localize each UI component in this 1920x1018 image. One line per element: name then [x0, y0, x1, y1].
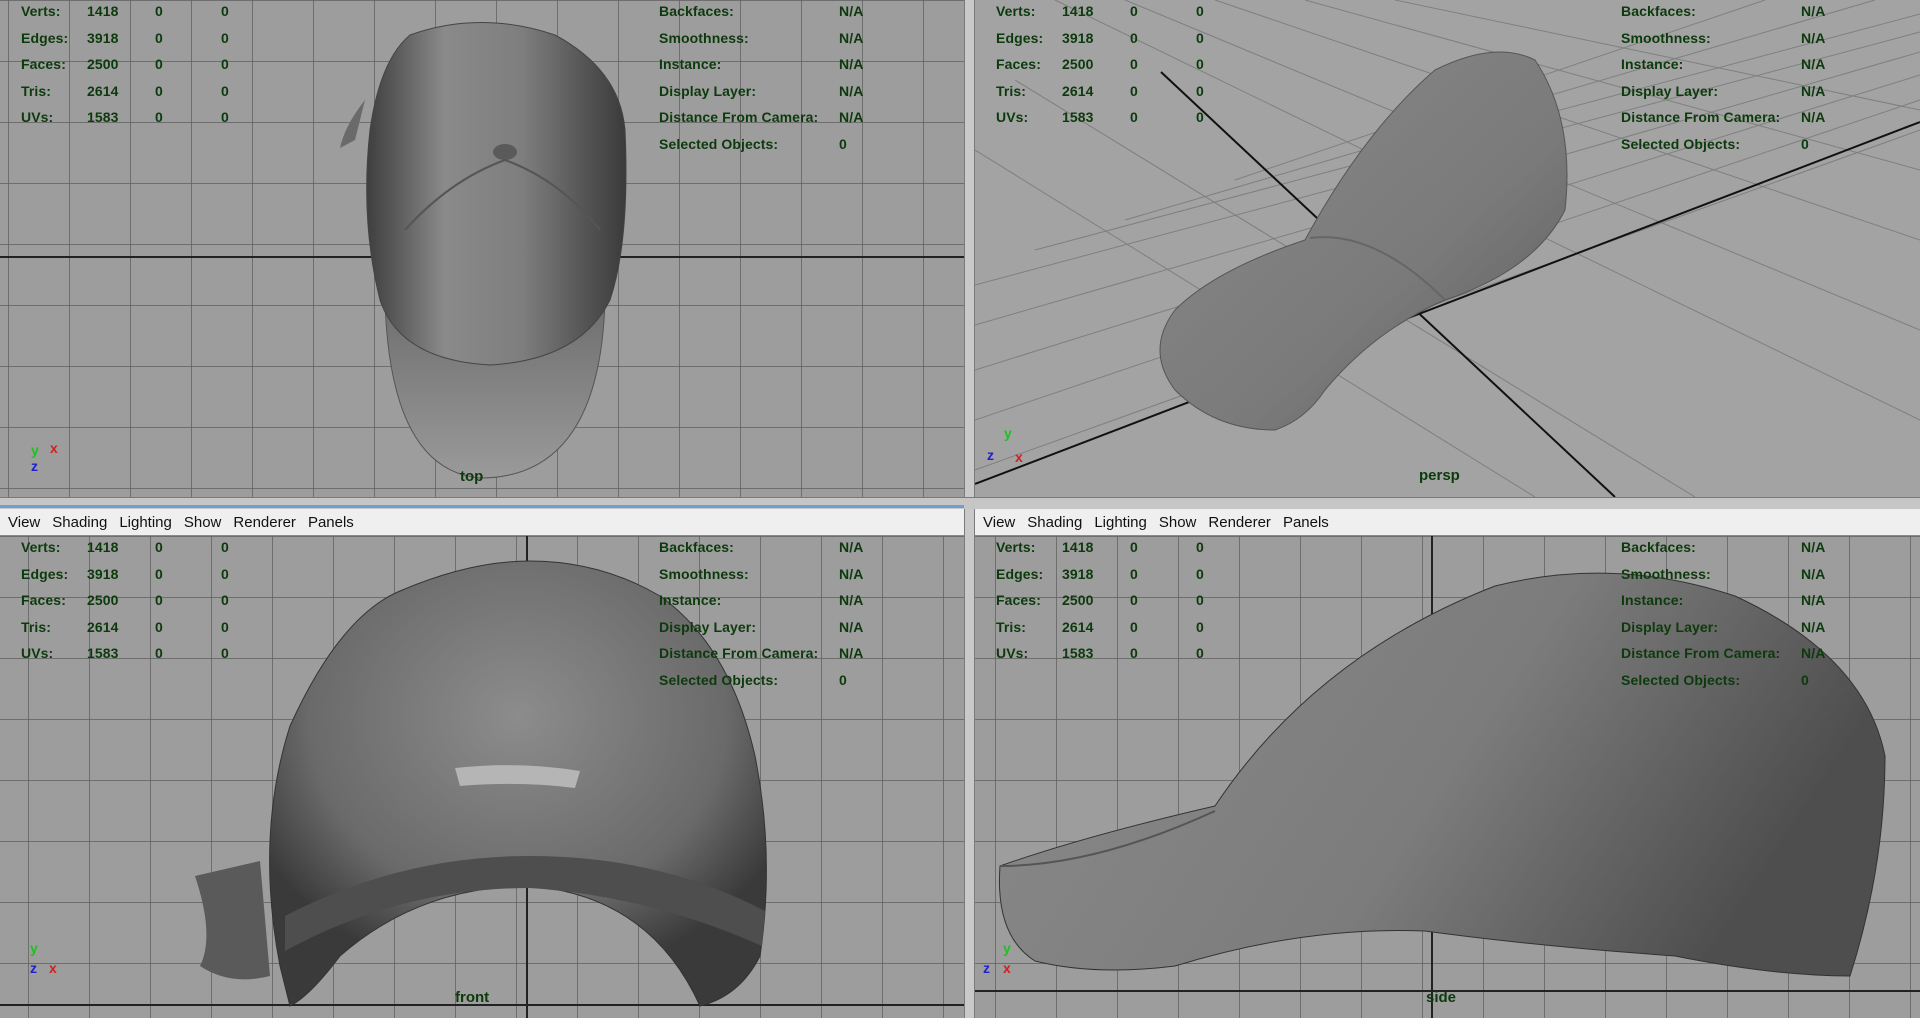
- hud-row: UVs: 1583 0 0: [996, 645, 1204, 661]
- object-info-hud: Backfaces: N/A Smoothness: N/A Instance: N/…: [1621, 536, 1825, 693]
- viewport-front[interactable]: Verts: 1418 0 0 Edges: 3918 0 0 Faces: 2500 0 0 T…: [0, 536, 964, 1018]
- axis-gizmo-icon: y z x: [987, 425, 1023, 465]
- hud-row: Faces: 2500 0 0: [21, 592, 229, 608]
- hud-row: Tris: 2614 0 0: [21, 618, 229, 635]
- hud-row: Edges: 3918 0 0: [996, 29, 1204, 46]
- menu-shading[interactable]: Shading: [1021, 514, 1088, 531]
- object-info-hud: Backfaces: N/A Smoothness: N/A Instance: N/…: [1621, 0, 1825, 157]
- object-info-hud: Backfaces: N/A Smoothness: N/A Instance: N/…: [659, 536, 863, 693]
- menu-panels[interactable]: Panels: [1277, 514, 1335, 531]
- hud-row: Display Layer: N/A: [659, 82, 864, 99]
- poly-count-hud: Verts: 1418 0 0 Edges: 3918 0 0 Faces: 2500 0 0 T…: [21, 536, 229, 667]
- hud-row: Selected Objects: 0: [1621, 135, 1809, 152]
- menu-show[interactable]: Show: [1153, 514, 1203, 531]
- menu-renderer[interactable]: Renderer: [1202, 514, 1277, 531]
- hud-row: UVs: 1583 0 0: [996, 109, 1204, 125]
- menu-lighting[interactable]: Lighting: [1088, 514, 1153, 531]
- menu-view[interactable]: View: [975, 514, 1021, 531]
- viewport-persp[interactable]: Verts: 1418 0 0 Edges: 3918 0 0 Faces: 2500 0 0 T…: [975, 0, 1920, 497]
- hud-row: Backfaces: N/A: [1621, 3, 1826, 19]
- hud-row: Verts: 1418 0 0: [996, 539, 1204, 555]
- hud-row: Tris: 2614 0 0: [996, 82, 1204, 99]
- hud-row: Selected Objects: 0: [659, 135, 847, 152]
- hud-row: Faces: 2500 0 0: [996, 56, 1204, 72]
- hud-row: Display Layer: N/A: [659, 618, 864, 635]
- hud-row: Selected Objects: 0: [1621, 671, 1809, 688]
- hud-row: Backfaces: N/A: [1621, 539, 1826, 555]
- hud-row: UVs: 1583 0 0: [21, 645, 229, 661]
- viewport-top[interactable]: Verts: 1418 0 0 Edges: 3918 0 0 Faces: 2500 0 0 T…: [0, 0, 964, 497]
- hud-row: Distance From Camera: N/A: [1621, 645, 1826, 661]
- camera-label: side: [1426, 989, 1457, 1006]
- axis-gizmo-icon: y z x: [983, 940, 1011, 976]
- viewport-splitter-horizontal[interactable]: [0, 497, 1920, 509]
- hud-row: Tris: 2614 0 0: [21, 82, 229, 99]
- hud-row: Instance: N/A: [659, 592, 864, 608]
- menu-lighting[interactable]: Lighting: [113, 514, 178, 531]
- menu-panels[interactable]: Panels: [302, 514, 360, 531]
- camera-label: front: [455, 989, 490, 1006]
- hud-row: Faces: 2500 0 0: [996, 592, 1204, 608]
- hud-row: Smoothness: N/A: [659, 29, 864, 46]
- menu-renderer[interactable]: Renderer: [227, 514, 302, 531]
- hud-row: Instance: N/A: [659, 56, 864, 72]
- hud-row: Display Layer: N/A: [1621, 618, 1826, 635]
- viewport-splitter-vertical[interactable]: [964, 0, 975, 1018]
- hud-row: Faces: 2500 0 0: [21, 56, 229, 72]
- cap-crown-top: [366, 22, 627, 366]
- hud-row: Edges: 3918 0 0: [21, 565, 229, 582]
- poly-count-hud: Verts: 1418 0 0 Edges: 3918 0 0 Faces: 2500 0 0 T…: [21, 0, 229, 131]
- hud-row: Tris: 2614 0 0: [996, 618, 1204, 635]
- hud-row: Instance: N/A: [1621, 56, 1826, 72]
- hud-row: Distance From Camera: N/A: [659, 109, 864, 125]
- hud-row: Edges: 3918 0 0: [996, 565, 1204, 582]
- menu-view[interactable]: View: [0, 514, 46, 531]
- poly-count-hud: Verts: 1418 0 0 Edges: 3918 0 0 Faces: 2500 0 0 T…: [996, 0, 1204, 131]
- side-panel-menubar: View Shading Lighting Show Renderer Pane…: [975, 509, 1920, 536]
- hud-row: Distance From Camera: N/A: [1621, 109, 1826, 125]
- active-panel-indicator: [0, 505, 964, 508]
- poly-count-hud: Verts: 1418 0 0 Edges: 3918 0 0 Faces: 2500 0 0 T…: [996, 536, 1204, 667]
- hud-row: Smoothness: N/A: [659, 565, 864, 582]
- hud-row: Backfaces: N/A: [659, 539, 864, 555]
- camera-label: persp: [1419, 467, 1460, 484]
- axis-gizmo-icon: y x z: [31, 440, 58, 474]
- hud-row: Verts: 1418 0 0: [21, 539, 229, 555]
- camera-label: top: [460, 468, 484, 485]
- hud-row: Distance From Camera: N/A: [659, 645, 864, 661]
- hud-row: Verts: 1418 0 0: [21, 3, 229, 19]
- viewport-side[interactable]: Verts: 1418 0 0 Edges: 3918 0 0 Faces: 2500 0 0 T…: [975, 536, 1920, 1018]
- hud-row: Display Layer: N/A: [1621, 82, 1826, 99]
- front-panel-menubar: View Shading Lighting Show Renderer Pane…: [0, 509, 964, 536]
- menu-shading[interactable]: Shading: [46, 514, 113, 531]
- axis-gizmo-icon: y z x: [30, 940, 57, 976]
- menu-show[interactable]: Show: [178, 514, 228, 531]
- hud-row: UVs: 1583 0 0: [21, 109, 229, 125]
- hud-row: Instance: N/A: [1621, 592, 1826, 608]
- hud-row: Selected Objects: 0: [659, 671, 847, 688]
- hud-row: Smoothness: N/A: [1621, 29, 1826, 46]
- cap-persp: [1159, 51, 1568, 431]
- object-info-hud: Backfaces: N/A Smoothness: N/A Instance: N/…: [659, 0, 863, 157]
- hud-row: Backfaces: N/A: [659, 3, 864, 19]
- hud-row: Smoothness: N/A: [1621, 565, 1826, 582]
- hud-row: Verts: 1418 0 0: [996, 3, 1204, 19]
- hud-row: Edges: 3918 0 0: [21, 29, 229, 46]
